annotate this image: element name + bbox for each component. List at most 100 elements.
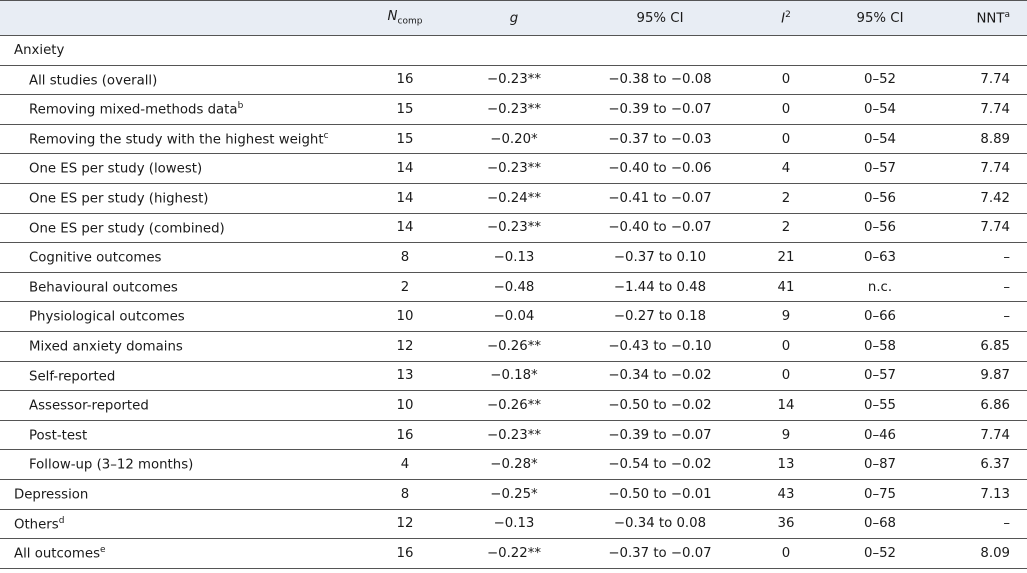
- row-label: Self-reported: [0, 361, 350, 392]
- cell-ci: −0.40 to −0.06: [568, 153, 752, 184]
- cell-nnt: 8.89: [940, 124, 1027, 155]
- cell-g: −0.13: [460, 242, 568, 273]
- table-row: Depression 8 −0.25* −0.50 to −0.01 43 0–75 7.1…: [0, 479, 1027, 510]
- header-n-comp: Ncomp: [350, 0, 460, 36]
- cell-ci: −0.50 to −0.01: [568, 479, 752, 510]
- cell-i2: 0: [752, 124, 820, 155]
- cell-g: −0.23**: [460, 420, 568, 451]
- cell-n-comp: 4: [350, 449, 460, 480]
- cell-g: −0.22**: [460, 538, 568, 569]
- cell-g: −0.24**: [460, 183, 568, 214]
- cell-ci2: 0–52: [820, 538, 940, 569]
- cell-nnt: 7.42: [940, 183, 1027, 214]
- cell-n-comp: 10: [350, 301, 460, 332]
- cell-ci2: 0–56: [820, 183, 940, 214]
- table-row: All studies (overall) 16 −0.23** −0.38 to −…: [0, 65, 1027, 96]
- cell-ci2: 0–55: [820, 390, 940, 421]
- cell-g: −0.23**: [460, 213, 568, 244]
- cell-ci: −0.37 to 0.10: [568, 242, 752, 273]
- table-row: Follow-up (3–12 months) 4 −0.28* −0.54 to −…: [0, 449, 1027, 480]
- row-label: Physiological outcomes: [0, 301, 350, 332]
- cell-i2: 14: [752, 390, 820, 421]
- table-row: Self-reported 13 −0.18* −0.34 to −0.02 0 0–57…: [0, 361, 1027, 392]
- row-label: Mixed anxiety domains: [0, 331, 350, 362]
- cell-ci2: 0–68: [820, 509, 940, 540]
- cell-i2: 21: [752, 242, 820, 273]
- cell-g: −0.20*: [460, 124, 568, 155]
- cell-nnt: –: [940, 301, 1027, 332]
- cell-i2: 9: [752, 420, 820, 451]
- cell-g: −0.25*: [460, 479, 568, 510]
- cell-g: −0.23**: [460, 153, 568, 184]
- cell-nnt: 9.87: [940, 361, 1027, 392]
- header-row: Ncomp g 95% CI I2 95% CI NNTa: [0, 0, 1027, 36]
- cell-g: −0.23**: [460, 94, 568, 125]
- table-row: Othersd 12 −0.13 −0.34 to 0.08 36 0–68–: [0, 509, 1027, 540]
- cell-n-comp: 2: [350, 272, 460, 303]
- header-nnt: NNTa: [940, 0, 1027, 36]
- cell-ci: −0.37 to −0.07: [568, 538, 752, 569]
- cell-ci2: 0–87: [820, 449, 940, 480]
- cell-n-comp: 8: [350, 242, 460, 273]
- header-label-col: [0, 0, 350, 36]
- cell-i2: 36: [752, 509, 820, 540]
- cell-n-comp: 15: [350, 124, 460, 155]
- cell-ci2: 0–54: [820, 94, 940, 125]
- cell-ci: −0.50 to −0.02: [568, 390, 752, 421]
- cell-nnt: –: [940, 509, 1027, 540]
- cell-nnt: 7.74: [940, 65, 1027, 96]
- table-row: Cognitive outcomes 8 −0.13 −0.37 to 0.10 21 0…: [0, 242, 1027, 273]
- header-g: g: [460, 0, 568, 36]
- row-label: Depression: [0, 479, 350, 510]
- row-label: All studies (overall): [0, 65, 350, 96]
- table-row: Assessor-reported 10 −0.26** −0.50 to −0.02…: [0, 390, 1027, 421]
- cell-ci2: 0–57: [820, 153, 940, 184]
- cell-ci: −0.38 to −0.08: [568, 65, 752, 96]
- cell-ci: −0.39 to −0.07: [568, 94, 752, 125]
- row-label: All outcomese: [0, 538, 350, 569]
- cell-i2: 0: [752, 65, 820, 96]
- cell-i2: 9: [752, 301, 820, 332]
- cell-nnt: 6.85: [940, 331, 1027, 362]
- row-label: One ES per study (highest): [0, 183, 350, 214]
- cell-ci: −0.37 to −0.03: [568, 124, 752, 155]
- cell-ci2: 0–63: [820, 242, 940, 273]
- cell-g: −0.28*: [460, 449, 568, 480]
- cell-ci2: 0–58: [820, 331, 940, 362]
- cell-i2: 41: [752, 272, 820, 303]
- cell-nnt: 7.74: [940, 420, 1027, 451]
- row-label: Post-test: [0, 420, 350, 451]
- cell-ci: −0.41 to −0.07: [568, 183, 752, 214]
- row-label: One ES per study (combined): [0, 213, 350, 244]
- header-ci2: 95% CI: [820, 0, 940, 36]
- cell-n-comp: 14: [350, 153, 460, 184]
- row-label: Assessor-reported: [0, 390, 350, 421]
- header-i2: I2: [752, 0, 820, 36]
- cell-nnt: 7.13: [940, 479, 1027, 510]
- cell-n-comp: 12: [350, 331, 460, 362]
- cell-n-comp: 12: [350, 509, 460, 540]
- cell-nnt: 6.86: [940, 390, 1027, 421]
- cell-n-comp: 16: [350, 538, 460, 569]
- table-row: Mixed anxiety domains 12 −0.26** −0.43 to −…: [0, 331, 1027, 362]
- cell-g: −0.26**: [460, 331, 568, 362]
- table-row: Removing the study with the highest weig…: [0, 124, 1027, 155]
- cell-ci: −0.43 to −0.10: [568, 331, 752, 362]
- cell-i2: 0: [752, 361, 820, 392]
- cell-nnt: 7.74: [940, 153, 1027, 184]
- row-label: Cognitive outcomes: [0, 242, 350, 273]
- cell-nnt: –: [940, 272, 1027, 303]
- cell-ci: −0.39 to −0.07: [568, 420, 752, 451]
- cell-nnt: –: [940, 242, 1027, 273]
- results-table: Ncomp g 95% CI I2 95% CI NNTa Anxiety Al…: [0, 0, 1027, 569]
- cell-ci: −0.27 to 0.18: [568, 301, 752, 332]
- cell-nnt: 7.74: [940, 94, 1027, 125]
- cell-i2: 0: [752, 94, 820, 125]
- cell-i2: 2: [752, 183, 820, 214]
- cell-n-comp: 14: [350, 213, 460, 244]
- table-row: All outcomese 16 −0.22** −0.37 to −0.07 0 0–5…: [0, 538, 1027, 569]
- table-row: Post-test 16 −0.23** −0.39 to −0.07 9 0–46 7.7…: [0, 420, 1027, 451]
- row-label: Othersd: [0, 509, 350, 540]
- cell-n-comp: 15: [350, 94, 460, 125]
- cell-g: −0.23**: [460, 65, 568, 96]
